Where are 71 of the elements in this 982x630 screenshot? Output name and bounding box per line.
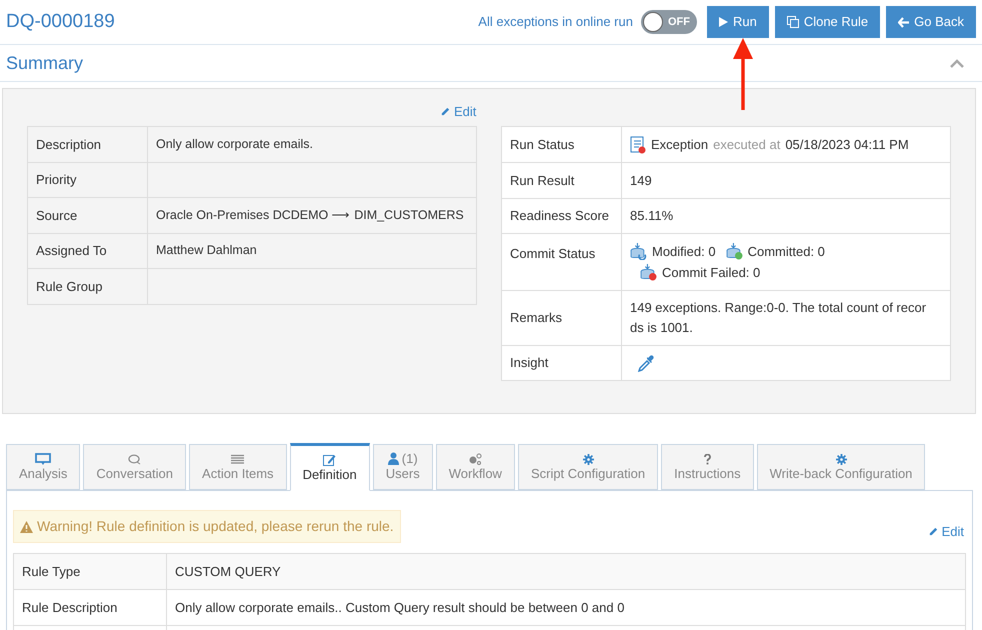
database-committed-icon <box>726 243 743 260</box>
page-title: DQ-0000189 <box>6 10 115 34</box>
toggle-label: All exceptions in online run <box>478 13 633 32</box>
annotation-arrow <box>733 38 753 110</box>
executed-at-label: executed at <box>713 136 780 154</box>
gears-icon <box>468 453 482 465</box>
commit-count: Committed: 0 <box>748 243 825 261</box>
question-icon <box>704 454 711 465</box>
field-value: 149 <box>622 162 950 198</box>
users-count: (1) <box>402 452 418 465</box>
list-icon <box>231 454 244 465</box>
warning-text: Warning! Rule definition is updated, please rerun the rule. <box>37 517 394 536</box>
field-value: Only allow corporate emails.. Custom Query result should be between 0 and 0 <box>166 590 966 626</box>
eyedropper-icon[interactable] <box>638 354 655 372</box>
database-modified-icon <box>630 243 647 260</box>
field-label: Rule Group <box>28 268 148 304</box>
field-value: CUSTOM QUERY <box>166 554 966 590</box>
summary-title: Summary <box>6 52 84 75</box>
play-icon <box>718 17 728 27</box>
gear-icon <box>582 454 594 465</box>
field-label: Description <box>28 126 148 162</box>
chevron-icon[interactable] <box>950 58 964 68</box>
warning-icon <box>20 520 33 532</box>
field-label: Source <box>28 198 148 233</box>
gear-icon <box>836 454 846 465</box>
tab[interactable]: (1) Users <box>372 444 433 490</box>
commit-count: Commit Failed: 0 <box>662 264 760 282</box>
run-button[interactable]: Run <box>706 6 769 38</box>
tab[interactable]: Write-back Configuration <box>756 444 926 490</box>
field-label: Run Status <box>502 126 622 162</box>
toggle-switch[interactable]: OFF <box>640 10 697 34</box>
edit-link[interactable]: Edit <box>440 102 476 122</box>
summary-header[interactable]: Summary <box>0 44 982 82</box>
field-label: Run Result <box>502 162 622 198</box>
tab[interactable]: Workflow <box>436 444 515 490</box>
field-label: Commit Status <box>502 234 622 290</box>
field-label: Insight <box>502 346 622 380</box>
field-label: Readiness Score <box>502 198 622 234</box>
edit-link[interactable]: Edit <box>928 522 964 542</box>
field-label: Assigned To <box>28 233 148 268</box>
tab[interactable]: Conversation <box>83 444 186 490</box>
field-value: Only allow corporate emails. <box>148 126 476 162</box>
run-timestamp: 05/18/2023 04:11 PM <box>785 136 909 154</box>
copy-icon <box>786 16 799 28</box>
pencil-icon <box>928 526 939 537</box>
field-value: 85.11% <box>622 198 950 234</box>
commit-count: Modified: 0 <box>652 243 716 261</box>
field-label: Rule Type <box>14 554 166 590</box>
database-failed-icon <box>640 264 657 281</box>
presentation-icon <box>35 453 52 465</box>
user-icon <box>388 452 399 465</box>
tab[interactable]: Action Items <box>189 444 287 490</box>
tab[interactable]: Definition <box>290 443 370 491</box>
field-label: Remarks <box>502 290 622 346</box>
field-value: Matthew Dahlman <box>148 233 476 268</box>
field-value: 149 exceptions. Range:0-0. The total count of recor ds is 1001. <box>622 290 950 346</box>
field-label: Rule Description <box>14 590 166 626</box>
back-arrow-icon <box>898 16 910 28</box>
field-label: Priority <box>28 162 148 198</box>
clipboard-icon <box>630 135 646 154</box>
tab[interactable]: Script Configuration <box>518 444 658 490</box>
tab[interactable]: Instructions <box>661 444 754 490</box>
edit-icon <box>323 454 336 466</box>
run-status-text: Exception <box>651 136 708 154</box>
toggle-text: OFF <box>668 14 690 30</box>
clone-button[interactable]: Clone Rule <box>774 6 880 38</box>
pencil-icon <box>440 106 451 118</box>
comment-icon <box>128 454 142 465</box>
field-value: Oracle On-Premises DCDEMO ⟶ DIM_CUSTOMERS <box>148 198 476 233</box>
back-button[interactable]: Go Back <box>886 6 976 38</box>
tab[interactable]: Analysis <box>6 444 80 490</box>
